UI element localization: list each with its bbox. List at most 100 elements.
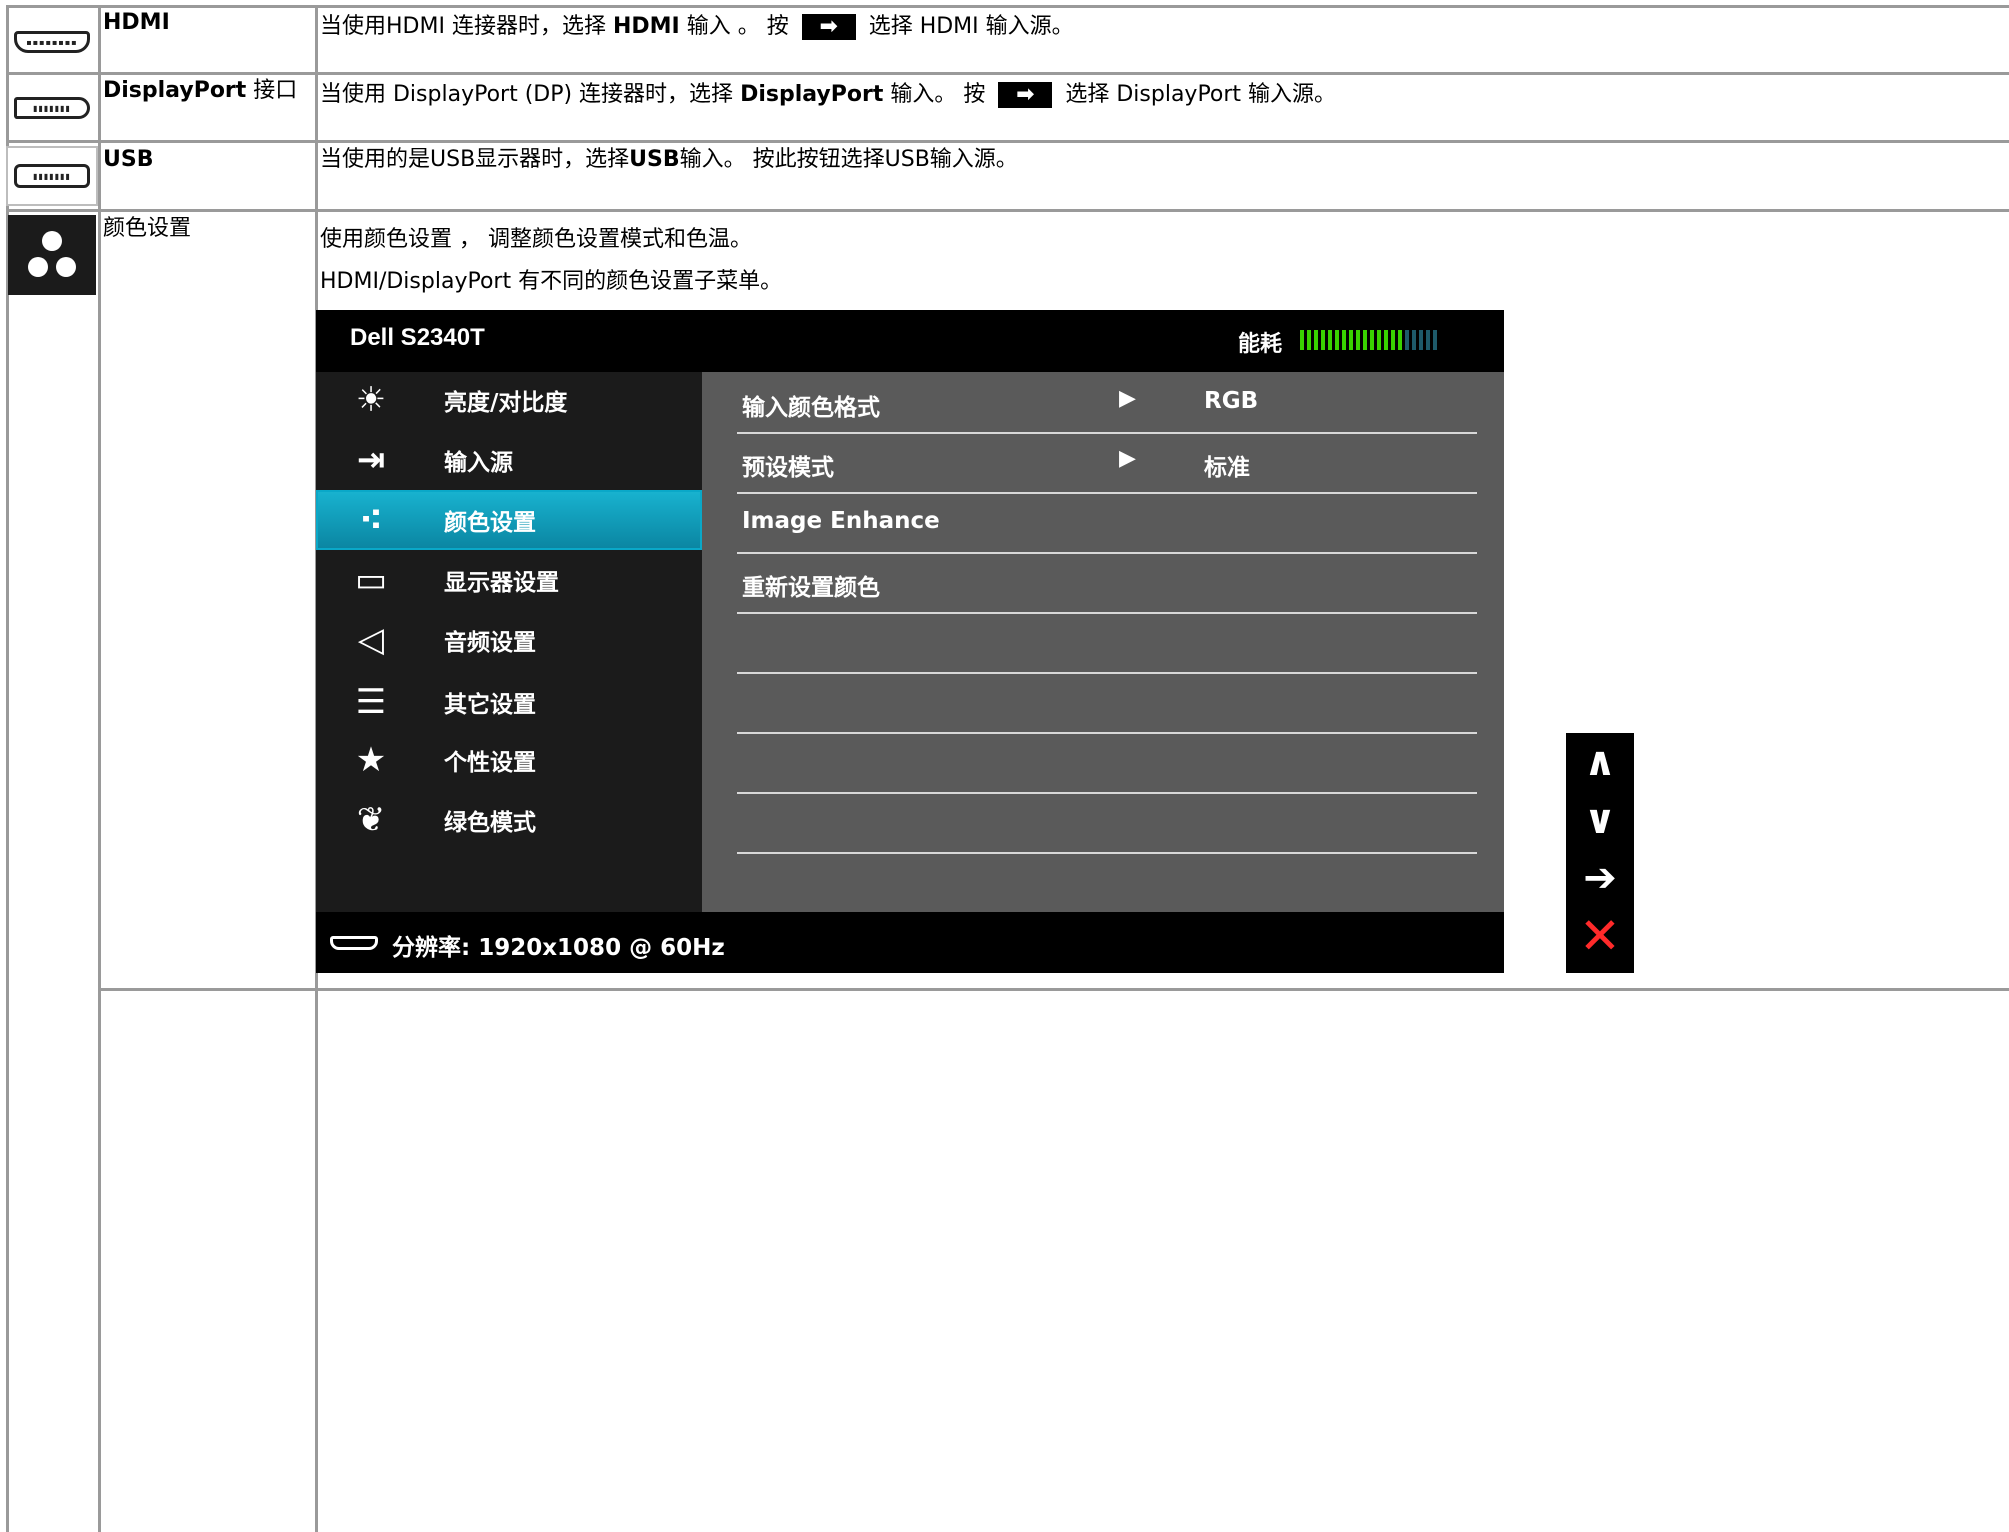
color-dots-icon xyxy=(28,231,76,277)
submenu-input-color-format[interactable]: 输入颜色格式 ▶ RGB xyxy=(737,372,1477,434)
osd-title: Dell S2340T xyxy=(350,324,485,351)
menu-item-label: 显示器设置 xyxy=(444,570,559,596)
usb-icon-cell: ▮▮▮▮▮▮▮ xyxy=(6,146,98,206)
speaker-icon: ◁ xyxy=(357,620,385,660)
hdmi-port-icon-pins: ▪▪▪▪▪▪▪▪ xyxy=(26,37,78,47)
submenu-reset-color[interactable]: 重新设置颜色 xyxy=(737,552,1477,614)
usb-desc-a: 当使用的是USB显示器时，选择 xyxy=(320,147,630,172)
menu-item-input-source[interactable]: ⇥ 输入源 xyxy=(318,432,700,488)
right-arrow-key-icon: ➡ xyxy=(998,82,1053,108)
osd-main-menu: ☀ 亮度/对比度 ⇥ 输入源 ⁖ 颜色设置 ▭ 显示器设置 ◁ 音频设置 ☰ 其… xyxy=(316,372,702,912)
menu-item-label: 颜色设置 xyxy=(444,510,536,536)
submenu-empty-row xyxy=(737,732,1477,794)
menu-item-brightness-contrast[interactable]: ☀ 亮度/对比度 xyxy=(318,372,700,428)
energy-segment xyxy=(1321,330,1325,350)
monitor-button-panel: ∧ ∨ ➔ ✕ xyxy=(1566,733,1634,973)
menu-item-label: 音频设置 xyxy=(444,630,536,656)
row-divider xyxy=(98,988,2009,991)
energy-segment xyxy=(1419,330,1423,350)
energy-segment xyxy=(1377,330,1381,350)
select-button[interactable]: ➔ xyxy=(1570,849,1630,907)
exit-button[interactable]: ✕ xyxy=(1570,907,1630,965)
displayport-icon: ▮▮▮▮▮▮▮ xyxy=(14,97,90,119)
displayport-name: DisplayPort 接口 xyxy=(103,76,297,106)
displayport-icon-cell: ▮▮▮▮▮▮▮ xyxy=(8,80,96,136)
column-divider xyxy=(98,5,101,1532)
brightness-icon: ☀ xyxy=(355,380,387,420)
arrow-right-icon: ➔ xyxy=(1583,855,1617,901)
menu-item-personalize[interactable]: ★ 个性设置 xyxy=(318,732,700,788)
osd-menu: Dell S2340T 能耗 ☀ 亮度/对比度 ⇥ 输入源 ⁖ 颜色设置 ▭ 显… xyxy=(316,310,1504,973)
down-button[interactable]: ∨ xyxy=(1570,791,1630,849)
menu-item-color-settings[interactable]: ⁖ 颜色设置 xyxy=(316,490,702,550)
energy-segment xyxy=(1426,330,1430,350)
energy-label: 能耗 xyxy=(1238,332,1283,357)
energy-segment xyxy=(1363,330,1367,350)
color-dots-icon: ⁖ xyxy=(359,500,383,540)
submenu-label: 重新设置颜色 xyxy=(742,575,880,601)
hdmi-port-icon: ▪▪▪▪▪▪▪▪ xyxy=(14,31,90,53)
row-divider xyxy=(6,140,2009,143)
energy-segment xyxy=(1405,330,1409,350)
energy-segment xyxy=(1384,330,1388,350)
dp-desc-bold: DisplayPort xyxy=(740,82,884,107)
energy-segment xyxy=(1356,330,1360,350)
menu-item-other-settings[interactable]: ☰ 其它设置 xyxy=(318,674,700,730)
up-button[interactable]: ∧ xyxy=(1570,733,1630,791)
hdmi-desc-before: 当使用HDMI 连接器时，选择 xyxy=(320,14,613,39)
osd-footer: 分辨率: 1920x1080 @ 60Hz xyxy=(316,912,1504,973)
energy-segment xyxy=(1349,330,1353,350)
submenu-value: RGB xyxy=(1204,388,1259,414)
submenu-label: Image Enhance xyxy=(742,508,940,534)
usb-desc-bold: USB xyxy=(629,147,680,172)
dp-desc-before: 当使用 DisplayPort (DP) 连接器时，选择 xyxy=(320,82,741,107)
hdmi-port-icon-cell: ▪▪▪▪▪▪▪▪ xyxy=(8,14,96,70)
osd-submenu: 输入颜色格式 ▶ RGB 预设模式 ▶ 标准 Image Enhance 重新设… xyxy=(702,372,1504,912)
submenu-preset-mode[interactable]: 预设模式 ▶ 标准 xyxy=(737,432,1477,494)
chevron-up-icon: ∧ xyxy=(1583,739,1617,785)
menu-item-label: 其它设置 xyxy=(444,692,536,718)
color-settings-desc-line1: 使用颜色设置 ， 调整颜色设置模式和色温。 xyxy=(320,227,752,252)
menu-item-label: 个性设置 xyxy=(444,750,536,776)
menu-item-green-mode[interactable]: ❦ 绿色模式 xyxy=(318,792,700,848)
display-icon: ▭ xyxy=(354,560,388,600)
submenu-label: 输入颜色格式 xyxy=(742,395,880,421)
usb-desc-b: 输入。 按此按钮选择USB输入源。 xyxy=(679,147,1018,172)
usb-name: USB xyxy=(103,147,154,172)
close-icon: ✕ xyxy=(1579,907,1621,965)
menu-item-audio-settings[interactable]: ◁ 音频设置 xyxy=(318,612,700,668)
chevron-down-icon: ∨ xyxy=(1583,797,1617,843)
menu-item-label: 绿色模式 xyxy=(444,810,536,836)
submenu-empty-row xyxy=(737,792,1477,854)
submenu-image-enhance[interactable]: Image Enhance xyxy=(737,492,1477,554)
color-settings-icon xyxy=(8,215,96,295)
displayport-name-suffix: 接口 xyxy=(246,78,298,103)
energy-segment xyxy=(1307,330,1311,350)
energy-segment xyxy=(1335,330,1339,350)
menu-item-display-settings[interactable]: ▭ 显示器设置 xyxy=(318,552,700,608)
hdmi-desc-after: 选择 HDMI 输入源。 xyxy=(861,14,1074,39)
displayport-name-bold: DisplayPort xyxy=(103,78,247,103)
sliders-icon: ☰ xyxy=(355,682,387,722)
energy-segment xyxy=(1433,330,1437,350)
color-settings-desc-line2: HDMI/DisplayPort 有不同的颜色设置子菜单。 xyxy=(320,269,783,294)
play-arrow-icon: ▶ xyxy=(1119,386,1136,411)
submenu-empty-row xyxy=(737,612,1477,674)
dp-desc-after: 选择 DisplayPort 输入源。 xyxy=(1058,82,1337,107)
energy-segment xyxy=(1328,330,1332,350)
energy-segment xyxy=(1314,330,1318,350)
menu-item-label: 亮度/对比度 xyxy=(444,390,568,416)
energy-segment xyxy=(1342,330,1346,350)
energy-segment xyxy=(1398,330,1402,350)
displayport-description: 当使用 DisplayPort (DP) 连接器时，选择 DisplayPort… xyxy=(320,80,1336,110)
hdmi-description: 当使用HDMI 连接器时，选择 HDMI 输入 。 按 ➡ 选择 HDMI 输入… xyxy=(320,12,1074,42)
resolution-readout: 分辨率: 1920x1080 @ 60Hz xyxy=(392,935,725,961)
dp-desc-mid: 输入。 按 xyxy=(883,82,993,107)
energy-meter xyxy=(1300,330,1437,350)
leaf-icon: ❦ xyxy=(356,800,386,840)
usb-description: 当使用的是USB显示器时，选择USB输入。 按此按钮选择USB输入源。 xyxy=(320,145,1018,175)
energy-segment xyxy=(1300,330,1304,350)
row-divider xyxy=(6,72,2009,75)
energy-segment xyxy=(1370,330,1374,350)
menu-item-label: 输入源 xyxy=(444,450,513,476)
